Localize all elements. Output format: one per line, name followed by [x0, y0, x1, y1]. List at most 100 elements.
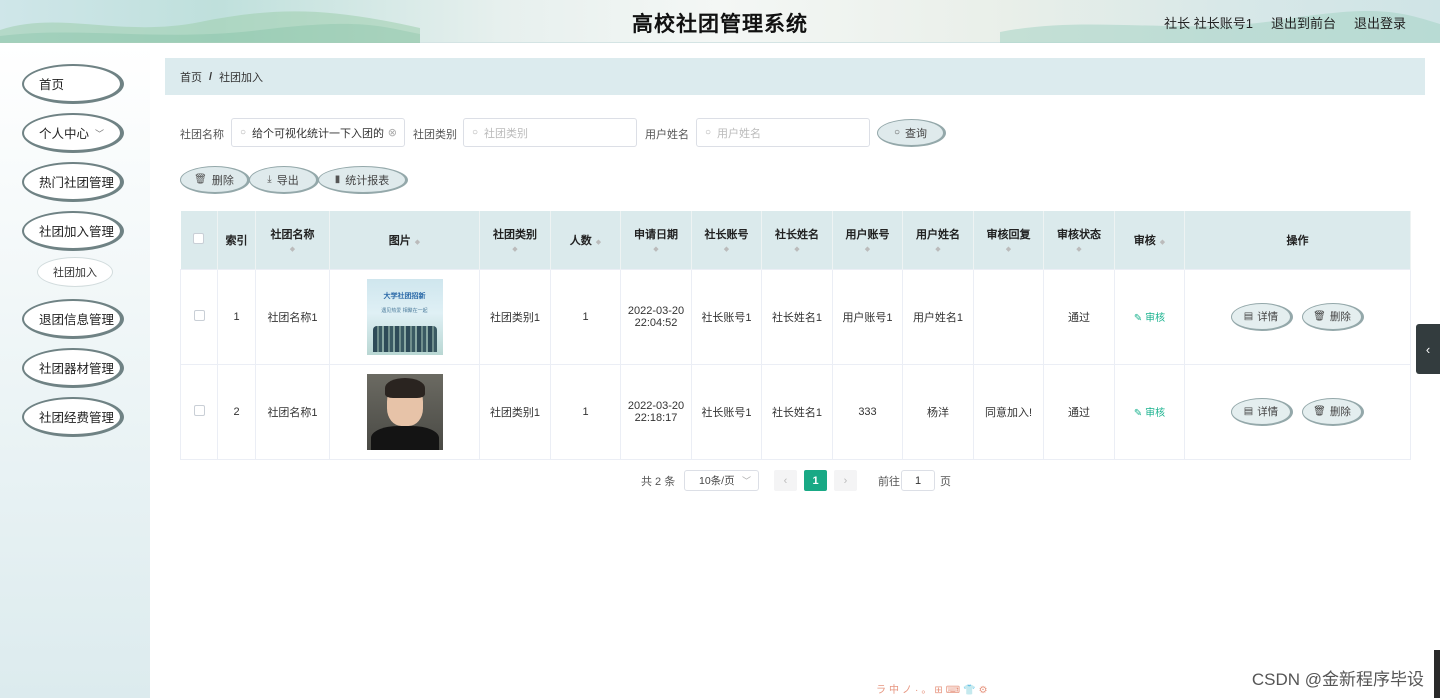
club-name-input[interactable]: ○ 给个可视化统计一下入团的 ⊗ — [231, 118, 405, 147]
col-image[interactable]: 图片 ◆ — [329, 211, 480, 269]
sort-icon[interactable]: ◆ — [1048, 246, 1110, 254]
join-table: 索引 社团名称 ◆ 图片 ◆ 社团类别 ◆ 人数 ◆ 申请日期 ◆ 社长账号 ◆ 社长姓名 ◆… — [180, 211, 1411, 460]
goto-page-input[interactable]: 1 — [901, 470, 935, 491]
sidebar-item-equipment[interactable]: 社团器材管理 — [22, 348, 124, 388]
report-label: 统计报表 — [345, 174, 390, 187]
sidebar: 首页 个人中心 ﹀ 热门社团管理 社团加入管理 社团加入 退团信息管理 社团器材管… — [0, 43, 150, 698]
prev-page-button[interactable]: ‹ — [774, 470, 797, 491]
sort-icon[interactable]: ◆ — [1160, 239, 1165, 247]
delete-label: 删除 — [1329, 310, 1351, 323]
edit-icon: ✎ — [1133, 313, 1146, 324]
report-button[interactable]: ▮ 统计报表 — [318, 166, 408, 194]
sort-icon[interactable]: ◆ — [766, 246, 828, 254]
sort-icon[interactable]: ◆ — [596, 239, 601, 247]
cell-image: 大学社团招新 遇见热爱 相聚在一起 — [329, 268, 480, 365]
review-link[interactable]: ✎ 审核 — [1134, 313, 1165, 324]
cell-user-name: 杨洋 — [902, 363, 974, 460]
sidebar-subitem-club-join[interactable]: 社团加入 — [37, 257, 113, 287]
user-name-input[interactable]: ○ 用户姓名 — [696, 118, 870, 147]
cell-operation: ▤ 详情 🗑 删除 — [1184, 268, 1411, 365]
exit-to-front-link[interactable]: 退出到前台 — [1271, 13, 1336, 32]
cell-leader-account: 社长账号1 — [691, 363, 762, 460]
cell-user-account: 333 — [832, 363, 903, 460]
drawer-toggle-button[interactable]: ‹ — [1416, 324, 1440, 374]
review-link-label: 审核 — [1145, 408, 1166, 419]
review-link-label: 审核 — [1145, 313, 1166, 324]
cell-review-status: 通过 — [1043, 268, 1115, 365]
col-review-status[interactable]: 审核状态 ◆ — [1043, 211, 1115, 269]
query-button[interactable]: ○ 查询 — [877, 119, 946, 147]
trash-icon: 🗑 — [1313, 405, 1326, 417]
cell-index: 1 — [217, 268, 256, 365]
cell-apply-date: 2022-03-20 22:04:52 — [620, 268, 692, 365]
scrollbar-thumb[interactable] — [1434, 650, 1440, 698]
col-count[interactable]: 人数 ◆ — [550, 211, 621, 269]
cell-club-name: 社团名称1 — [255, 363, 330, 460]
search-icon: ○ — [705, 127, 712, 138]
row-checkbox[interactable] — [193, 309, 205, 321]
cell-review-reply — [973, 268, 1044, 365]
delete-button[interactable]: 🗑 删除 — [1302, 397, 1365, 426]
trash-icon: 🗑 — [194, 174, 207, 185]
row-checkbox[interactable] — [193, 404, 205, 416]
sidebar-item-funds[interactable]: 社团经费管理 — [22, 397, 124, 437]
col-leader-name[interactable]: 社长姓名 ◆ — [761, 211, 833, 269]
user-photo-image[interactable] — [366, 373, 443, 450]
sidebar-item-withdraw[interactable]: 退团信息管理 — [22, 299, 124, 339]
chevron-right-icon: › — [843, 474, 848, 487]
cell-review: ✎ 审核 — [1114, 363, 1185, 460]
sort-icon[interactable]: ◆ — [260, 246, 325, 254]
sort-icon[interactable]: ◆ — [415, 239, 420, 247]
sidebar-item-hot-clubs[interactable]: 热门社团管理 — [22, 162, 124, 202]
table-header-row: 索引 社团名称 ◆ 图片 ◆ 社团类别 ◆ 人数 ◆ 申请日期 ◆ 社长账号 ◆ 社长姓名 ◆… — [180, 211, 1411, 269]
breadcrumb-home[interactable]: 首页 — [180, 69, 202, 85]
select-all-checkbox[interactable] — [193, 232, 205, 244]
col-user-account[interactable]: 用户账号 ◆ — [832, 211, 903, 269]
cell-review-reply: 同意加入! — [973, 363, 1044, 460]
cell-club-name: 社团名称1 — [255, 268, 330, 365]
row-select-cell[interactable] — [180, 363, 218, 460]
cell-count: 1 — [550, 363, 621, 460]
sidebar-item-label: 社团器材管理 — [39, 362, 115, 376]
club-type-input[interactable]: ○ 社团类别 — [463, 118, 637, 147]
next-page-button[interactable]: › — [834, 470, 857, 491]
review-link[interactable]: ✎ 审核 — [1134, 408, 1165, 419]
sidebar-item-home[interactable]: 首页 — [22, 64, 124, 104]
select-all-cell[interactable] — [180, 211, 218, 269]
club-poster-image[interactable]: 大学社团招新 遇见热爱 相聚在一起 — [366, 278, 443, 355]
row-select-cell[interactable] — [180, 268, 218, 365]
sidebar-item-label: 社团经费管理 — [39, 411, 115, 425]
col-club-type[interactable]: 社团类别 ◆ — [479, 211, 551, 269]
sort-icon[interactable]: ◆ — [978, 246, 1039, 254]
current-user-label: 社长 社长账号1 — [1164, 16, 1253, 31]
sidebar-item-club-join[interactable]: 社团加入管理 — [22, 211, 124, 251]
col-leader-account-label: 社长账号 — [704, 228, 749, 241]
batch-delete-label: 删除 — [211, 174, 234, 187]
sidebar-item-label: 首页 — [39, 78, 65, 92]
clear-icon[interactable]: ⊗ — [388, 126, 397, 139]
photo-body — [370, 425, 439, 450]
sort-icon[interactable]: ◆ — [907, 246, 969, 254]
col-review-reply[interactable]: 审核回复 ◆ — [973, 211, 1044, 269]
chevron-down-icon: ﹀ — [741, 476, 751, 486]
batch-delete-button[interactable]: 🗑 删除 — [180, 166, 250, 194]
sort-icon[interactable]: ◆ — [625, 246, 687, 254]
col-leader-account[interactable]: 社长账号 ◆ — [691, 211, 762, 269]
logout-link[interactable]: 退出登录 — [1354, 13, 1406, 32]
page-size-select[interactable]: 10条/页 ﹀ — [684, 470, 759, 491]
detail-button[interactable]: ▤ 详情 — [1230, 302, 1293, 331]
sort-icon[interactable]: ◆ — [696, 246, 757, 254]
sidebar-item-personal-center[interactable]: 个人中心 ﹀ — [22, 113, 124, 153]
sort-icon[interactable]: ◆ — [837, 246, 898, 254]
col-club-name[interactable]: 社团名称 ◆ — [255, 211, 330, 269]
col-apply-date[interactable]: 申请日期 ◆ — [620, 211, 692, 269]
col-user-name[interactable]: 用户姓名 ◆ — [902, 211, 974, 269]
club-name-value: 给个可视化统计一下入团的 — [252, 127, 385, 140]
cell-operation: ▤ 详情 🗑 删除 — [1184, 363, 1411, 460]
page-number-current[interactable]: 1 — [804, 470, 827, 491]
detail-button[interactable]: ▤ 详情 — [1230, 397, 1293, 426]
col-review[interactable]: 审核 ◆ — [1114, 211, 1185, 269]
sort-icon[interactable]: ◆ — [484, 246, 546, 254]
export-button[interactable]: ⤓ 导出 — [249, 166, 319, 194]
delete-button[interactable]: 🗑 删除 — [1302, 302, 1365, 331]
